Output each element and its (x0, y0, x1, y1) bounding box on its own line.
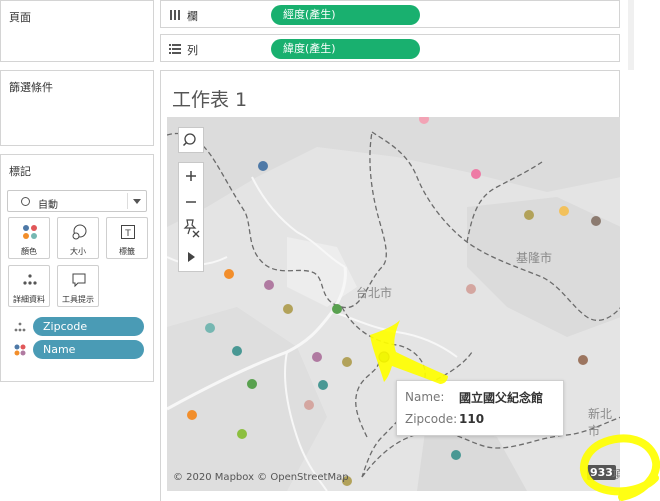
mark-type-value: 自動 (38, 200, 58, 211)
map-label-keelung: 基隆市 (516, 251, 553, 265)
scrollbar[interactable] (628, 0, 634, 70)
map-label-new-taipei: 新北市 (588, 407, 613, 438)
rows-shelf[interactable]: 列 緯度(產生) (160, 34, 620, 62)
search-icon (182, 133, 196, 147)
color-dots-icon (23, 225, 37, 239)
tooltip-zip-value: 110 (459, 412, 485, 426)
tooltip-button[interactable]: 工具提示 (57, 265, 99, 307)
filters-card[interactable]: 篩選條件 (0, 70, 154, 146)
worksheet: 工作表 1 台北市 基隆市 新北市 Name: 國立國父紀念館 Zipcode:… (160, 70, 621, 501)
color-button-label: 顏色 (21, 247, 37, 256)
color-button[interactable]: 顏色 (8, 217, 50, 259)
zoom-in-button[interactable] (179, 163, 203, 189)
mark-type-dropdown[interactable]: 自動 (7, 190, 147, 212)
circle-icon (21, 197, 30, 206)
rows-icon (169, 44, 181, 54)
map-toolbar (178, 162, 204, 272)
label-button-label: 標籤 (119, 247, 135, 256)
chevron-down-icon (133, 199, 141, 204)
columns-icon (170, 10, 180, 20)
detail-dots-icon (23, 274, 37, 285)
tooltip-zip-key: Zipcode: (405, 412, 458, 426)
tooltip-name-value: 國立國父紀念館 (459, 391, 544, 405)
detail-button-label: 詳細資料 (13, 295, 45, 304)
pages-title: 頁面 (9, 11, 31, 24)
tooltip-name-key: Name: (405, 390, 445, 404)
filters-title: 篩選條件 (9, 81, 53, 94)
color-dots-icon (14, 344, 26, 356)
tooltip-button-label: 工具提示 (62, 295, 94, 304)
pin-reset-button[interactable] (179, 215, 203, 241)
minus-icon (186, 201, 196, 203)
mark-tooltip: Name: 國立國父紀念館 Zipcode: 110 (396, 380, 564, 436)
zipcode-pill[interactable]: Zipcode (33, 317, 144, 336)
expand-toolbar-button[interactable] (179, 243, 203, 271)
rows-label: 列 (187, 44, 198, 57)
map-view[interactable]: 台北市 基隆市 新北市 Name: 國立國父紀念館 Zipcode: 110 ©… (167, 117, 621, 491)
dropdown-divider (127, 193, 128, 209)
play-arrow-icon (188, 252, 195, 262)
plus-icon (186, 171, 196, 181)
name-pill[interactable]: Name (33, 340, 144, 359)
columns-label: 欄 (187, 10, 198, 23)
right-edge (620, 0, 660, 501)
detail-dots-icon (14, 322, 26, 332)
size-button-label: 大小 (70, 247, 86, 256)
columns-shelf[interactable]: 欄 經度(產生) (160, 0, 620, 28)
map-search-button[interactable] (178, 127, 204, 153)
marks-title: 標記 (9, 165, 31, 178)
pages-card[interactable]: 頁面 (0, 0, 154, 62)
name-field-row[interactable]: Name (13, 340, 145, 359)
map-attribution[interactable]: © 2020 Mapbox © OpenStreetMap (173, 472, 349, 483)
map-label-taipei: 台北市 (356, 286, 393, 300)
sheet-title: 工作表 1 (172, 89, 248, 111)
size-button[interactable]: 大小 (57, 217, 99, 259)
label-button[interactable]: T 標籤 (106, 217, 148, 259)
zipcode-field-row[interactable]: Zipcode (13, 317, 145, 336)
latitude-pill[interactable]: 緯度(產生) (271, 39, 420, 59)
size-icon (72, 224, 87, 240)
text-label-icon: T (121, 225, 135, 239)
detail-button[interactable]: 詳細資料 (8, 265, 50, 307)
zoom-out-button[interactable] (179, 189, 203, 215)
svg-text:T: T (124, 229, 131, 239)
longitude-pill[interactable]: 經度(產生) (271, 5, 420, 25)
unpin-icon (183, 219, 200, 238)
tooltip-icon (72, 273, 86, 288)
marks-card: 標記 自動 顏色 大小 T 標籤 詳細資料 工具提示 Zipcode Name (0, 154, 154, 382)
